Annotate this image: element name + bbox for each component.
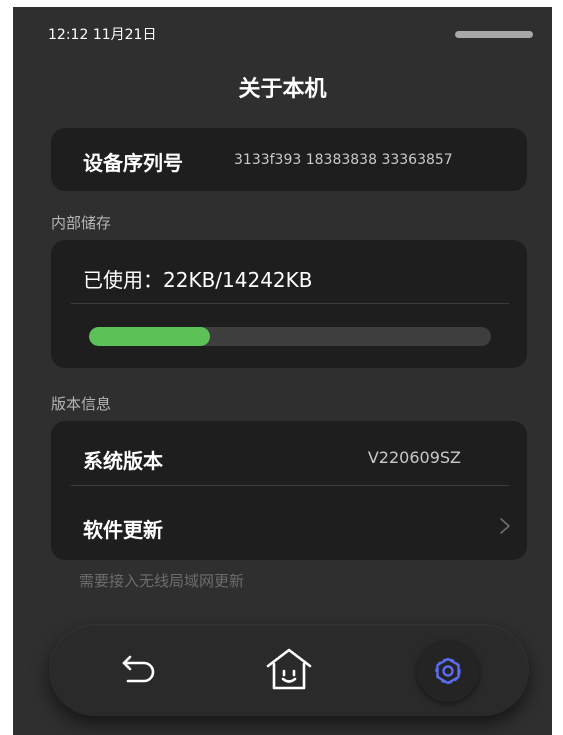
storage-section-label: 内部储存 — [51, 214, 112, 232]
divider — [71, 303, 509, 304]
system-version-label: 系统版本 — [83, 449, 163, 473]
storage-progress-fill — [89, 327, 210, 346]
serial-number-value: 3133f393 18383838 33363857 — [234, 152, 453, 168]
status-date-value: 11月21日 — [92, 27, 157, 43]
version-section-label: 版本信息 — [51, 395, 112, 413]
device-screen: 12:12 11月21日 关于本机 设备序列号 3133f393 1838383… — [13, 7, 552, 735]
version-card: 系统版本 V220609SZ 软件更新 — [51, 421, 527, 560]
divider — [71, 485, 509, 486]
home-button[interactable] — [263, 644, 315, 696]
serial-number-label: 设备序列号 — [83, 151, 183, 175]
software-update-row[interactable]: 软件更新 — [83, 514, 163, 543]
storage-usage-text: 已使用：22KB/14242KB — [83, 268, 313, 292]
bottom-nav-bar — [49, 624, 529, 716]
back-button[interactable] — [113, 644, 165, 696]
storage-progress-bar — [89, 327, 491, 346]
update-hint: 需要接入无线局域网更新 — [79, 572, 245, 590]
storage-card: 已使用：22KB/14242KB — [51, 240, 527, 368]
gear-icon — [435, 657, 461, 685]
serial-number-card: 设备序列号 3133f393 18383838 33363857 — [51, 128, 527, 191]
status-time: 12:12 11月21日 — [48, 24, 156, 44]
home-icon — [266, 648, 312, 690]
status-time-value: 12:12 — [48, 27, 89, 43]
back-arrow-icon — [122, 655, 155, 683]
settings-button[interactable] — [417, 640, 479, 702]
status-indicator — [455, 31, 533, 38]
page-title: 关于本机 — [238, 77, 327, 102]
system-version-value: V220609SZ — [367, 448, 461, 467]
chevron-right-icon[interactable] — [497, 516, 513, 536]
